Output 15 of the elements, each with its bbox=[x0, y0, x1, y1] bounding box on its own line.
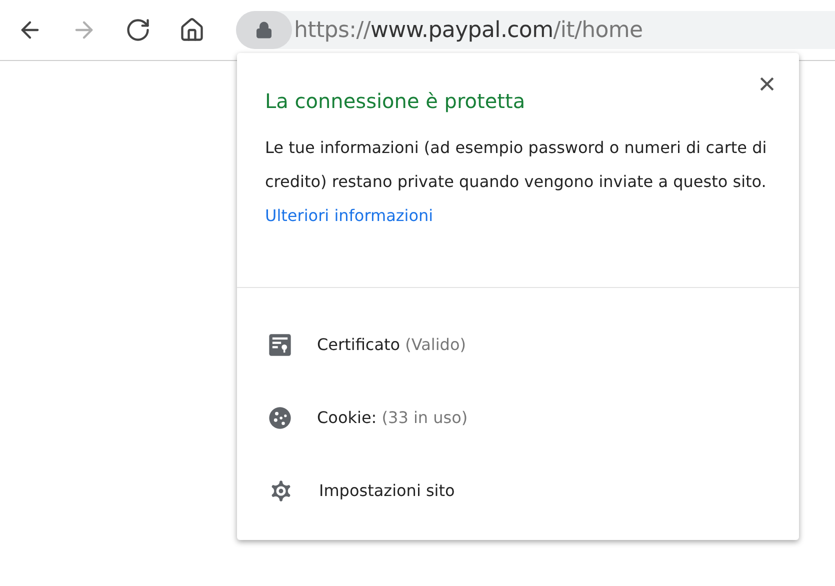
security-message: Le tue informazioni (ad esempio password o numeri di carte di credito) restano private quando vengono inviate a questo sito. Ulteriori informazioni bbox=[265, 137, 768, 227]
certificate-icon bbox=[267, 332, 293, 358]
menu-item[interactable]: Cookie: (33 in uso) bbox=[317, 408, 468, 427]
menu-item[interactable]: Impostazioni sito bbox=[319, 481, 455, 500]
address-bar[interactable]: https://www.paypal.com/it/home bbox=[236, 11, 835, 49]
popup-title: La connessione è protetta bbox=[265, 89, 526, 113]
learn-more-link[interactable]: Ulteriori informazioni bbox=[265, 206, 434, 225]
reload-icon bbox=[125, 17, 151, 43]
url-text: https://www.paypal.com/it/home bbox=[294, 18, 643, 42]
lock-icon bbox=[255, 21, 273, 39]
menu-item[interactable]: Certificato (Valido) bbox=[317, 335, 466, 354]
lock-button[interactable] bbox=[236, 11, 292, 49]
cookie-icon bbox=[267, 404, 293, 430]
close-button[interactable]: × bbox=[749, 67, 785, 103]
home-icon bbox=[179, 17, 205, 43]
